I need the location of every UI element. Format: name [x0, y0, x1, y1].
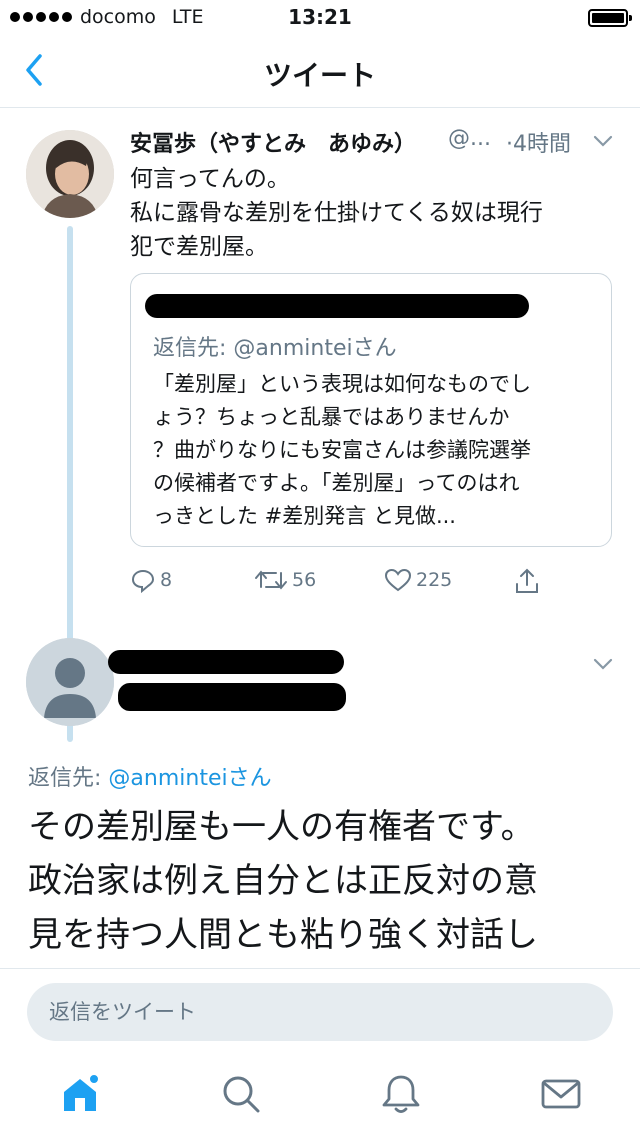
quoted-text: 「差別屋」という表現は如何なものでし ょう？ちょっと乱暴ではありませんか ？曲が… — [153, 368, 597, 533]
quoted-tweet[interactable]: 返信先: @anminteiさん 「差別屋」という表現は如何なものでし ょう？ち… — [130, 273, 612, 547]
quoted-line: 「差別屋」という表現は如何なものでし — [153, 372, 531, 396]
tab-home[interactable] — [58, 1072, 102, 1116]
avatar[interactable] — [26, 638, 114, 726]
reply-compose-bar — [0, 968, 640, 1046]
retweet-icon — [255, 570, 287, 590]
reply-icon — [131, 569, 155, 593]
quoted-reply-to: 返信先: @anminteiさん — [153, 330, 397, 362]
reply-handle-link[interactable]: @anmintei — [233, 336, 352, 361]
quoted-line: の候補者ですよ。「差別屋」ってのはれ — [153, 471, 520, 495]
reply-count: 8 — [160, 569, 173, 591]
reply-handle-link[interactable]: @anmintei — [108, 766, 227, 791]
retweet-action[interactable]: 56 — [254, 567, 316, 593]
reply-suffix: さん — [352, 336, 397, 361]
status-bar: docomo LTE 13:21 — [0, 0, 640, 36]
heart-icon — [384, 568, 412, 592]
chevron-down-icon — [593, 135, 613, 147]
tweet-line: 何言ってんの。 — [130, 166, 290, 192]
tweet-line: 犯で差別屋。 — [130, 234, 268, 260]
tweet-header: 安冨歩（やすとみ あゆみ） @... ·4時間 — [130, 126, 620, 160]
reply-to: 返信先: @anminteiさん — [28, 760, 272, 792]
reply-suffix: さん — [227, 766, 272, 791]
home-icon — [64, 1073, 100, 1111]
reply-line: 政治家は例え自分とは正反対の意 — [28, 861, 538, 901]
reply-label: 返信先: — [153, 336, 227, 361]
tweet-time: ·4時間 — [506, 132, 571, 157]
reply-line: 見を持つ人間とも粘り強く対話し — [28, 915, 538, 955]
author-name[interactable]: 安冨歩（やすとみ あゆみ） — [130, 126, 416, 158]
search-icon — [223, 1076, 260, 1113]
redacted-handle — [118, 683, 346, 711]
author-handle[interactable]: @... — [448, 126, 491, 151]
reply-text: その差別屋も一人の有権者です。 政治家は例え自分とは正反対の意 見を持つ人間とも… — [28, 800, 618, 962]
redacted-name — [108, 650, 344, 674]
tweet-actions: 8 56 225 — [130, 563, 550, 603]
page-title: ツイート — [263, 59, 376, 92]
status-time: 13:21 — [288, 5, 352, 29]
tab-bar — [0, 1046, 640, 1137]
reply-line: その差別屋も一人の有権者です。 — [28, 807, 535, 847]
reply-label: 返信先: — [28, 766, 102, 791]
share-action[interactable] — [514, 567, 540, 595]
battery-icon — [588, 9, 632, 27]
like-action[interactable]: 225 — [384, 567, 452, 593]
redacted-header — [145, 294, 529, 318]
tweet-menu-button[interactable] — [592, 656, 614, 676]
like-count: 225 — [416, 569, 453, 591]
tweet-line: 私に露骨な差別を仕掛けてくる奴は現行 — [130, 200, 543, 226]
envelope-icon — [541, 1079, 581, 1109]
nav-bar: ツイート — [0, 36, 640, 108]
quoted-line: ？曲がりなりにも安富さんは参議院選挙 — [153, 438, 531, 462]
tab-notifications[interactable] — [379, 1072, 423, 1116]
chevron-down-icon — [593, 658, 613, 670]
reply-input[interactable] — [27, 983, 613, 1041]
tweet-menu-button[interactable] — [592, 130, 614, 155]
avatar[interactable] — [26, 130, 114, 218]
share-icon — [516, 568, 538, 593]
retweet-count: 56 — [292, 569, 317, 591]
reply-tweet[interactable]: 返信先: @anminteiさん その差別屋も一人の有権者です。 政治家は例え自… — [0, 630, 640, 968]
quoted-line: ょう？ちょっと乱暴ではありませんか — [153, 405, 510, 429]
bell-icon — [382, 1075, 420, 1113]
tweet-text: 何言ってんの。 私に露骨な差別を仕掛けてくる奴は現行 犯で差別屋。 — [130, 162, 610, 264]
reply-action[interactable]: 8 — [130, 567, 172, 593]
tab-search[interactable] — [219, 1072, 263, 1116]
tab-messages[interactable] — [539, 1072, 583, 1116]
quoted-line: っきとした #差別発言 と見做... — [153, 504, 456, 528]
